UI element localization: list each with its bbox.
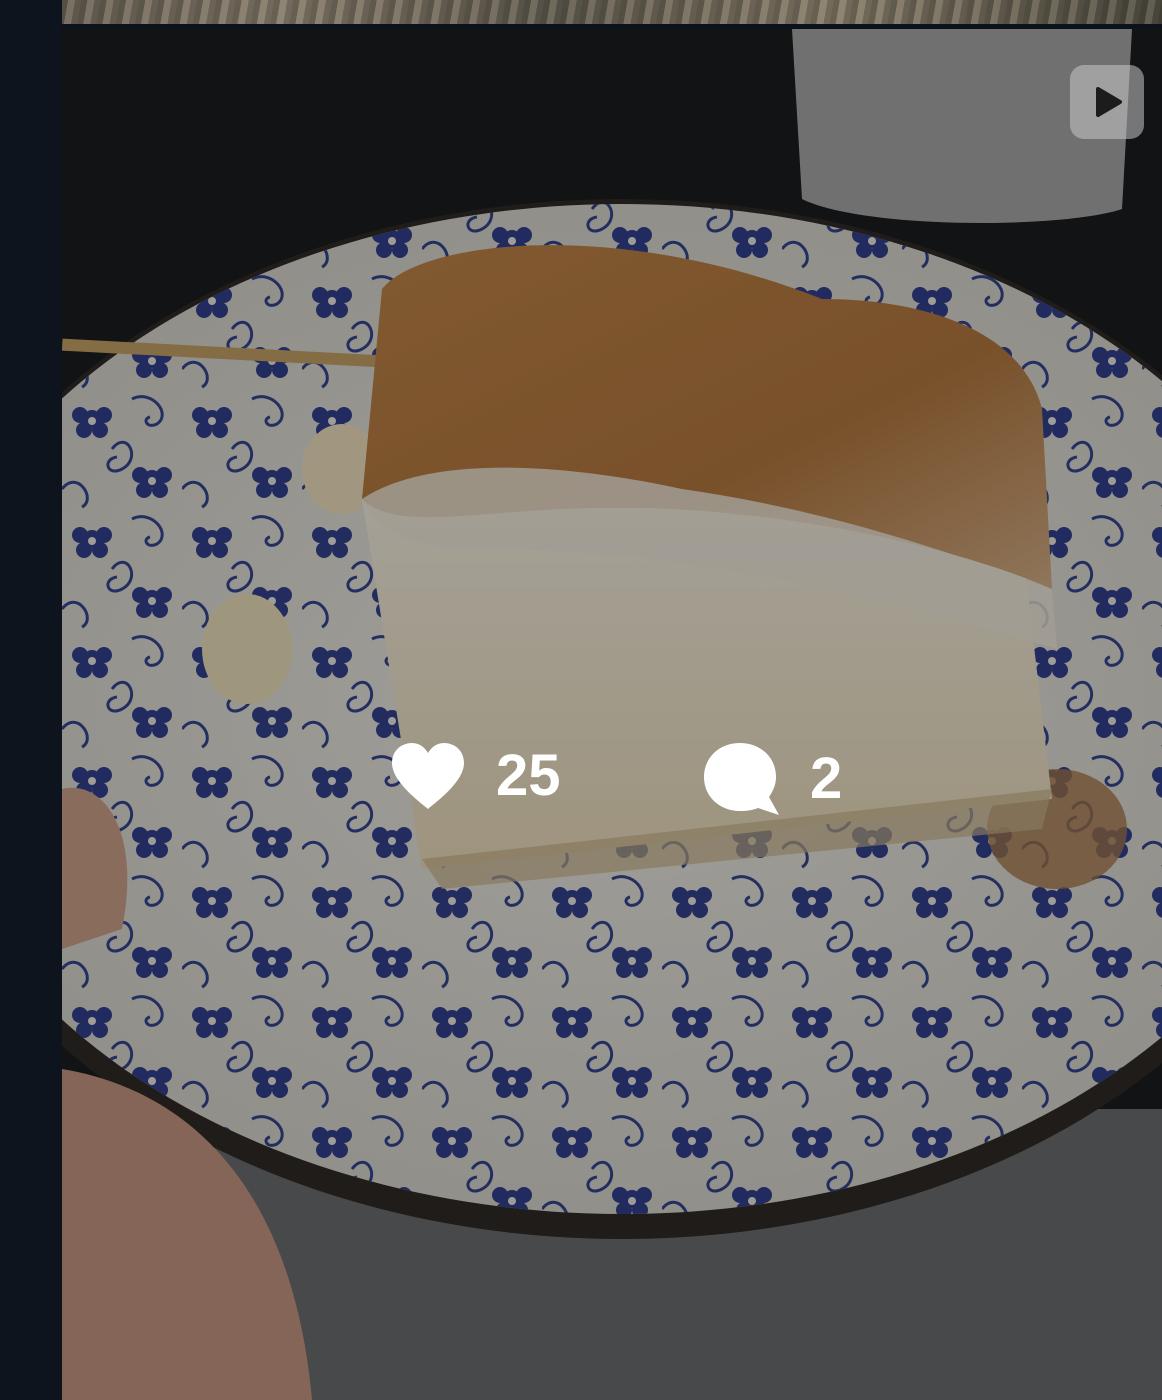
profile-grid: 25 2 xyxy=(0,0,1162,1400)
grid-tile-post[interactable]: 25 2 xyxy=(62,29,1162,1400)
comment-bubble-icon xyxy=(704,743,779,815)
post-stats: 25 2 xyxy=(62,29,1162,1400)
grid-tile-previous[interactable] xyxy=(62,0,1162,24)
left-sidebar-edge xyxy=(0,0,62,1400)
likes-stat: 25 xyxy=(390,741,561,811)
comments-stat: 2 xyxy=(702,741,842,817)
heart-icon xyxy=(392,743,464,809)
comments-count: 2 xyxy=(810,746,843,811)
likes-count: 25 xyxy=(496,743,561,808)
